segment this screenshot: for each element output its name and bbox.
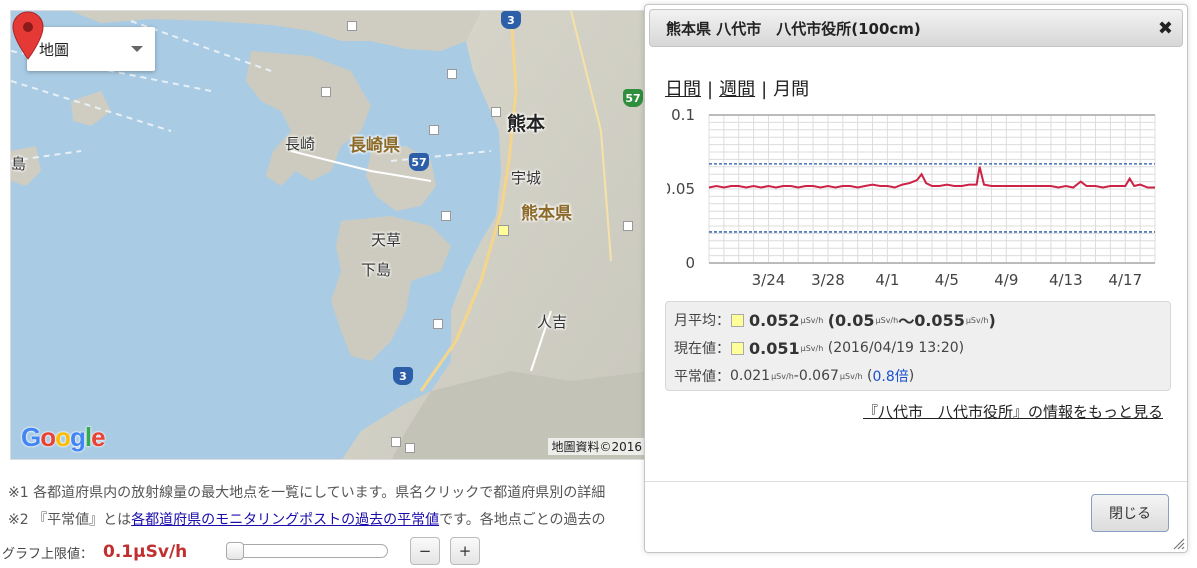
road-badge: 57 [409,153,429,171]
google-logo: Google [21,422,106,452]
y-tick-label: 0.05 [667,180,695,198]
close-button[interactable]: 閉じる [1091,494,1169,532]
normal-min-value: 0.021 [730,368,771,384]
normal-max-value: 0.067 [798,368,839,384]
tab-monthly: 月間 [773,79,810,100]
map-label-nagasaki: 長崎 [285,135,316,153]
resize-grip-icon[interactable] [1171,536,1185,550]
monitoring-point-marker[interactable] [433,319,443,329]
normal-value-row: 平常値： 0.021 μSv/h -0.067 μSv/h (0.8倍) [674,362,1162,390]
note-2: ※2 『平常値』とは各都道府県のモニタリングポストの過去の平常値です。各地点ごと… [8,509,606,529]
tab-daily[interactable]: 日間 [665,79,701,100]
dialog-divider [645,481,1187,482]
map-label-amakusa: 天草 [371,231,402,249]
x-tick-label: 4/17 [1108,271,1142,289]
stats-box: 月平均： 0.052 μSv/h (0.05 μSv/h 〜 0.055 μSv/h) 現… [665,301,1171,391]
increase-button[interactable]: + [450,537,480,565]
normal-value-label: 平常値： [674,369,730,385]
map-label-nagasaki-pref: 長崎県 [349,136,400,156]
monthly-average-value: 0.052 [749,310,800,330]
normal-value-link[interactable]: 各都道府県のモニタリングポストの過去の平常値 [131,512,439,528]
decrease-button[interactable]: − [410,537,440,565]
current-timestamp: (2016/04/19 13:20) [827,340,965,356]
y-tick-label: 0.1 [671,106,695,124]
chevron-down-icon [131,46,143,52]
current-value: 0.051 [749,338,800,358]
current-value-label: 現在値： [674,341,730,357]
monitoring-point-marker[interactable] [321,87,331,97]
monitoring-point-marker[interactable] [391,437,401,447]
map-pin-icon[interactable] [11,11,45,61]
monthly-average-row: 月平均： 0.052 μSv/h (0.05 μSv/h 〜 0.055 μSv/h) [674,306,1162,334]
unit-label: μSv/h [965,315,989,325]
map-label-island: 島 [11,155,27,173]
map-credit: 地圖資料©2016 [548,438,645,455]
unit-label: μSv/h [839,371,863,381]
monthly-min-value: 0.05 [835,310,875,330]
x-tick-label: 4/5 [935,271,959,289]
x-tick-label: 3/24 [752,271,786,289]
radiation-chart: 0 0.05 0.1 3/24 3/28 4/1 4/5 4/9 4/13 4/17 [667,106,1156,289]
slider-handle[interactable] [226,542,244,560]
map-type-select[interactable]: 地圖 [27,27,155,71]
tab-separator: | [761,79,768,100]
note-1: ※1 各都道府県内の放射線量の最大地点を一覧にしています。県名クリックで都道府県… [8,485,606,501]
ratio-close: ) [908,368,915,384]
map-terrain [11,11,649,459]
unit-label: μSv/h [875,315,899,325]
map-label-kumamoto: 熊本 [507,113,546,135]
map-label-uto: 宇城 [511,169,542,187]
dialog-title-bar[interactable]: 熊本県 八代市 八代市役所(100cm) [649,9,1183,47]
x-tick-label: 3/28 [811,271,845,289]
monitoring-point-marker[interactable] [429,125,439,135]
map-label-shimoshima: 下島 [361,261,392,279]
x-tick-label: 4/1 [875,271,899,289]
y-tick-label: 0 [685,254,695,272]
road-badge: 3 [501,11,521,29]
graph-limit-label: グラフ上限値： [2,546,94,562]
period-tabs: 日間 | 週間 | 月間 [665,75,809,101]
unit-label: μSv/h [771,371,794,381]
road-badge: 3 [393,367,413,385]
range-tilde: 〜 [898,312,915,331]
monthly-max-value: 0.055 [914,310,965,330]
note-2-suffix: です。各地点ごとの過去の [439,512,606,528]
tab-separator: | [707,79,714,100]
monitoring-point-marker[interactable] [623,221,633,231]
dialog-title: 熊本県 八代市 八代市役所(100cm) [666,19,921,38]
map-view[interactable]: 地圖 熊本 長崎県 熊本県 長崎 宇城 天草 下島 人吉 島 3 57 57 3 [10,10,650,460]
tab-weekly[interactable]: 週間 [719,79,755,100]
graph-limit-value: 0.1μSv/h [103,542,188,562]
range-close: ) [988,310,996,330]
graph-limit-slider[interactable] [226,542,388,560]
unit-label: μSv/h [800,343,824,353]
note-2-prefix: ※2 『平常値』とは [8,512,132,528]
normal-ratio: 0.8倍 [872,369,909,385]
unit-label: μSv/h [800,315,824,325]
x-tick-label: 4/13 [1049,271,1083,289]
monthly-average-label: 月平均： [674,313,730,329]
selected-point-marker[interactable] [498,225,509,236]
map-label-kumamoto-pref: 熊本県 [521,204,572,224]
more-info-link[interactable]: 『八代市 八代市役所』の情報をもっと見る [863,401,1163,422]
close-icon[interactable]: ✖ [1158,18,1173,39]
station-dialog: 熊本県 八代市 八代市役所(100cm) ✖ 日間|週間|月間 00.050.1… [644,4,1188,553]
app-root: 地圖 熊本 長崎県 熊本県 長崎 宇城 天草 下島 人吉 島 3 57 57 3 [0,0,1197,568]
road-badge: 57 [623,89,643,107]
range-open: ( [827,310,836,330]
color-swatch [731,313,744,327]
monitoring-point-marker[interactable] [491,107,501,117]
monitoring-point-marker[interactable] [441,211,451,221]
monitoring-point-marker[interactable] [405,443,415,453]
current-value-row: 現在値： 0.051 μSv/h (2016/04/19 13:20) [674,334,1162,362]
map-label-hitoyoshi: 人吉 [537,313,568,331]
monitoring-point-marker[interactable] [347,21,357,31]
color-swatch [731,341,744,355]
monitoring-point-marker[interactable] [447,69,457,79]
x-tick-label: 4/9 [994,271,1018,289]
